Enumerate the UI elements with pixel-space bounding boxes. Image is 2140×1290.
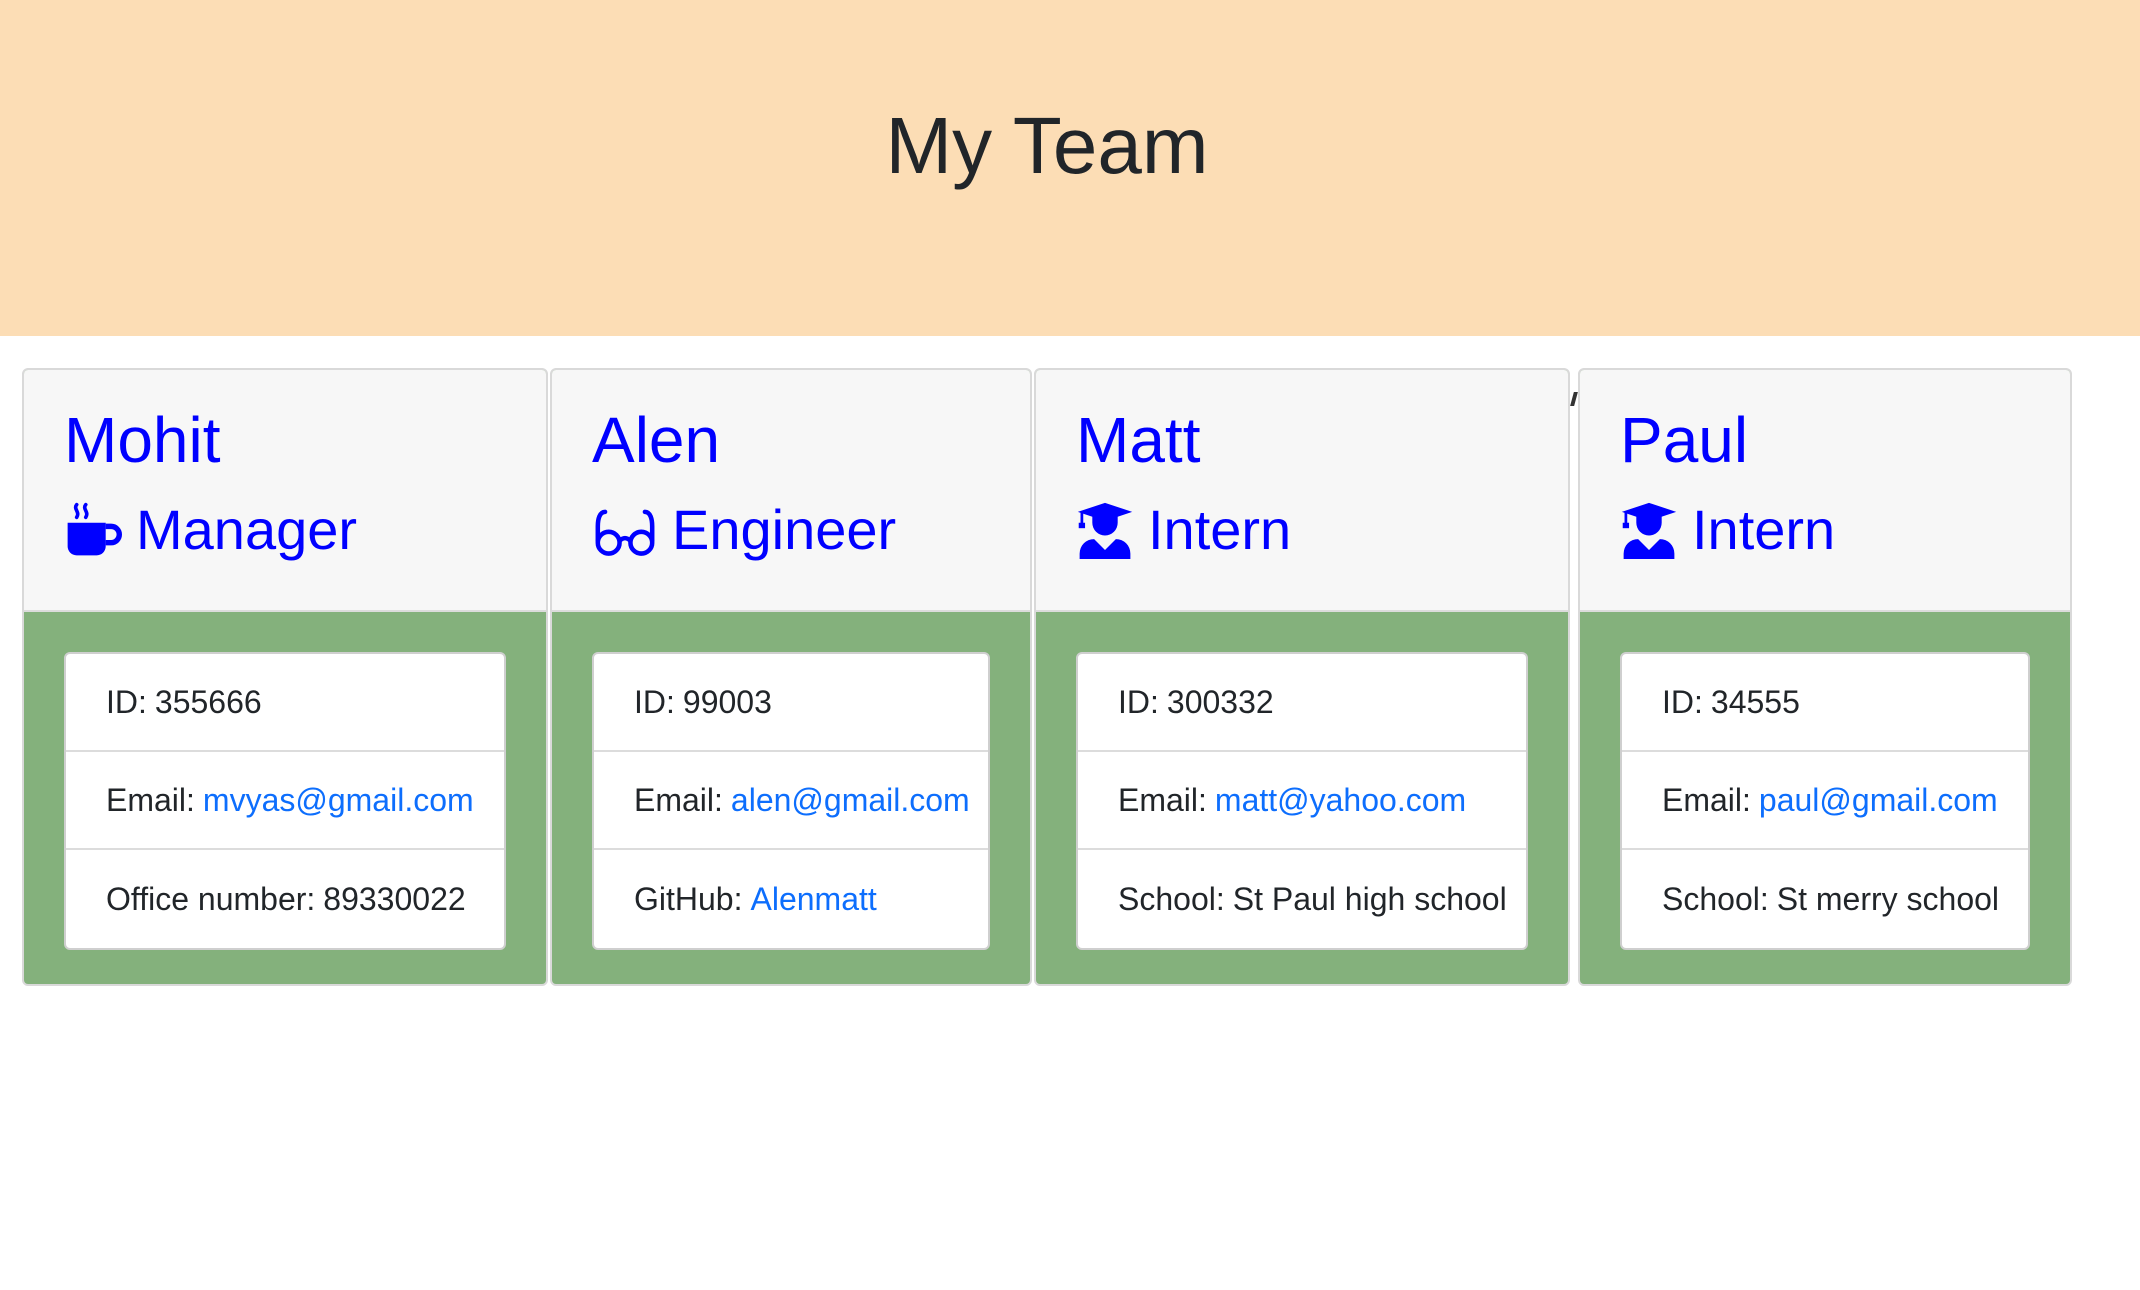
office-number-value: 89330022	[323, 880, 466, 917]
employee-role: Engineer	[592, 490, 896, 570]
id-label: ID:	[1118, 683, 1159, 720]
card-header: Mohit Manager	[24, 370, 546, 612]
email-label: Email:	[634, 781, 723, 818]
id-label: ID:	[106, 683, 147, 720]
list-item-id: ID: 99003	[594, 654, 988, 752]
graduate-icon	[1620, 501, 1678, 559]
list-item-school: School: St Paul high school	[1078, 850, 1526, 948]
email-link[interactable]: matt@yahoo.com	[1215, 782, 1466, 819]
employee-details: ID: 355666 Email: mvyas@gmail.com Office…	[64, 652, 506, 950]
email-link[interactable]: mvyas@gmail.com	[203, 782, 474, 819]
school-label: School:	[1118, 880, 1225, 917]
employee-name: Matt	[1076, 404, 1201, 476]
card-header: Alen Engineer	[552, 370, 1030, 612]
employee-card-matt: Matt Intern ID: 300332 Email: matt@yahoo…	[1034, 368, 1570, 986]
email-link[interactable]: alen@gmail.com	[731, 782, 970, 819]
role-label: Engineer	[672, 498, 897, 561]
list-item-email: Email: matt@yahoo.com	[1078, 752, 1526, 850]
coffee-mug-icon	[64, 501, 122, 559]
list-item-school: School: St merry school	[1622, 850, 2028, 948]
employee-card-paul: Paul Intern ID: 34555 Email: paul@gmail.…	[1578, 368, 2072, 986]
id-value: 300332	[1166, 683, 1274, 720]
github-label: GitHub:	[634, 880, 743, 917]
employee-card-mohit: Mohit Manager ID: 355666 Email: mvyas@gm…	[22, 368, 548, 986]
id-label: ID:	[1662, 683, 1703, 720]
id-value: 355666	[154, 683, 262, 720]
employee-name: Paul	[1620, 404, 1749, 476]
page-header: My Team	[0, 0, 2140, 336]
employee-name: Mohit	[64, 404, 221, 476]
id-value: 34555	[1710, 683, 1800, 720]
list-item-id: ID: 300332	[1078, 654, 1526, 752]
employee-card-alen: Alen Engineer ID: 99003 Email: alen@gmai…	[550, 368, 1032, 986]
glasses-icon	[592, 501, 658, 559]
employee-details: ID: 300332 Email: matt@yahoo.com School:…	[1076, 652, 1528, 950]
id-value: 99003	[682, 683, 772, 720]
page-title: My Team	[885, 101, 1209, 190]
list-item-email: Email: alen@gmail.com	[594, 752, 988, 850]
email-label: Email:	[1662, 781, 1751, 818]
role-label: Intern	[1148, 498, 1292, 561]
list-item-id: ID: 355666	[66, 654, 504, 752]
employee-role: Manager	[64, 490, 357, 570]
list-item-email: Email: mvyas@gmail.com	[66, 752, 504, 850]
email-label: Email:	[1118, 781, 1207, 818]
list-item-github: GitHub: Alenmatt	[594, 850, 988, 948]
school-value: St merry school	[1776, 880, 2000, 917]
card-header: Paul Intern	[1580, 370, 2070, 612]
employee-details: ID: 99003 Email: alen@gmail.com GitHub: …	[592, 652, 990, 950]
employee-details: ID: 34555 Email: paul@gmail.com School: …	[1620, 652, 2030, 950]
school-label: School:	[1662, 880, 1769, 917]
role-label: Intern	[1692, 498, 1836, 561]
employee-role: Intern	[1076, 490, 1291, 570]
id-label: ID:	[634, 683, 675, 720]
graduate-icon	[1076, 501, 1134, 559]
github-link[interactable]: Alenmatt	[750, 881, 876, 918]
card-header: Matt Intern	[1036, 370, 1568, 612]
employee-name: Alen	[592, 404, 721, 476]
email-label: Email:	[106, 781, 195, 818]
stray-mark	[1570, 392, 1578, 406]
list-item-id: ID: 34555	[1622, 654, 2028, 752]
list-item-office: Office number: 89330022	[66, 850, 504, 948]
role-label: Manager	[136, 498, 358, 561]
office-number-label: Office number:	[106, 880, 316, 917]
list-item-email: Email: paul@gmail.com	[1622, 752, 2028, 850]
employee-role: Intern	[1620, 490, 1835, 570]
school-value: St Paul high school	[1232, 880, 1507, 917]
email-link[interactable]: paul@gmail.com	[1759, 782, 1998, 819]
